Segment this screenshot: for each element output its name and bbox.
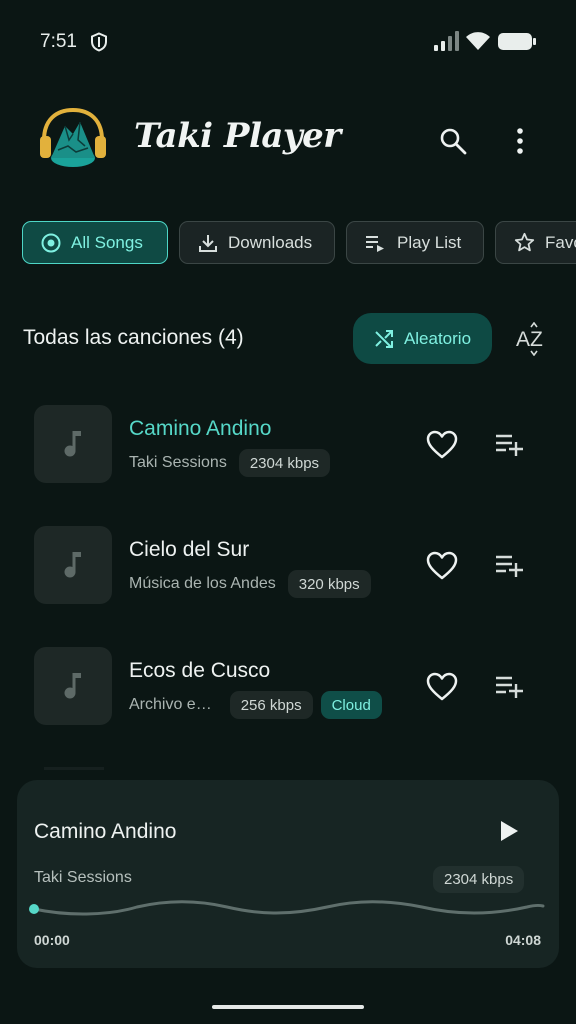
player-duration: 04:08	[505, 932, 541, 948]
song-subtitle: Taki Sessions 2304 kbps	[129, 449, 331, 477]
player-title: Camino Andino	[34, 820, 177, 843]
cellular-signal-icon	[434, 31, 459, 51]
chip-favorites-label: Favo	[545, 232, 576, 252]
cloud-badge: Cloud	[320, 691, 382, 719]
sort-az-icon: AZ	[516, 321, 543, 357]
status-time: 7:51	[40, 31, 77, 52]
search-icon	[440, 128, 467, 155]
song-artwork	[34, 405, 112, 483]
music-note-icon	[64, 552, 81, 578]
shuffle-label: Aleatorio	[403, 328, 472, 348]
list-overflow-hint	[44, 767, 104, 770]
shuffle-icon	[375, 329, 393, 348]
app-title: Taki Player	[134, 116, 341, 156]
favorite-heart-icon[interactable]	[426, 672, 458, 702]
music-note-icon	[64, 431, 81, 457]
favorite-heart-icon[interactable]	[426, 551, 458, 581]
shuffle-button[interactable]: Aleatorio	[353, 313, 492, 364]
favorite-heart-icon[interactable]	[426, 430, 458, 460]
chip-favorites[interactable]: Favo	[495, 221, 576, 264]
bitrate-badge: 320 kbps	[287, 570, 371, 598]
app-screen: 7:51 Taki Player All Songs Downloads Pla…	[0, 0, 576, 1024]
progress-waveform[interactable]	[27, 896, 549, 920]
mini-player[interactable]: Camino Andino Taki Sessions 2304 kbps 00…	[17, 780, 559, 968]
sort-az-button[interactable]: AZ	[514, 321, 548, 357]
song-artist: Música de los Andes	[129, 575, 276, 592]
add-to-queue-icon[interactable]	[494, 432, 524, 458]
play-icon[interactable]	[497, 818, 521, 844]
bitrate-badge: 256 kbps	[229, 691, 313, 719]
song-artist: Archivo e…	[129, 696, 212, 713]
add-to-queue-icon[interactable]	[494, 674, 524, 700]
song-title: Cielo del Sur	[129, 538, 250, 561]
song-title: Ecos de Cusco	[129, 659, 271, 682]
section-title: Todas las canciones (4)	[23, 326, 244, 349]
chip-all-songs[interactable]: All Songs	[22, 221, 168, 264]
filter-chips: All Songs Downloads Play List Favo	[22, 221, 576, 264]
chip-all-songs-label: All Songs	[71, 232, 143, 252]
star-icon	[514, 232, 535, 252]
player-bitrate-badge: 2304 kbps	[433, 866, 525, 893]
download-icon	[199, 234, 217, 252]
add-to-queue-icon[interactable]	[494, 553, 524, 579]
status-bar: 7:51	[0, 0, 576, 84]
sort-az-label: AZ	[516, 328, 543, 351]
chip-play-list-label: Play List	[397, 232, 462, 252]
song-subtitle: Música de los Andes 320 kbps	[129, 570, 371, 598]
playlist-play-icon	[366, 235, 384, 252]
battery-icon	[498, 33, 536, 50]
search-button[interactable]	[436, 124, 470, 158]
disc-icon	[41, 233, 61, 252]
song-artist: Taki Sessions	[129, 454, 227, 471]
song-row[interactable]: Ecos de Cusco Archivo e… 256 kbps Cloud	[0, 647, 576, 727]
home-indicator[interactable]	[212, 1005, 364, 1009]
song-row[interactable]: Cielo del Sur Música de los Andes 320 kb…	[0, 526, 576, 606]
more-options-button[interactable]	[508, 124, 532, 158]
chip-downloads-label: Downloads	[228, 232, 313, 252]
song-subtitle: Archivo e… 256 kbps Cloud	[129, 691, 382, 719]
chip-play-list[interactable]: Play List	[346, 221, 484, 264]
song-artwork	[34, 526, 112, 604]
song-row[interactable]: Camino Andino Taki Sessions 2304 kbps	[0, 405, 576, 485]
player-artist: Taki Sessions	[34, 869, 132, 886]
app-logo-icon	[40, 107, 106, 167]
song-artwork	[34, 647, 112, 725]
more-vertical-icon	[517, 128, 523, 154]
music-note-icon	[64, 673, 81, 699]
bitrate-badge: 2304 kbps	[238, 449, 331, 477]
shield-icon	[91, 32, 107, 52]
song-title: Camino Andino	[129, 417, 272, 440]
player-elapsed: 00:00	[34, 932, 70, 948]
chip-downloads[interactable]: Downloads	[179, 221, 335, 264]
wifi-icon	[466, 32, 490, 50]
progress-thumb[interactable]	[29, 904, 39, 914]
